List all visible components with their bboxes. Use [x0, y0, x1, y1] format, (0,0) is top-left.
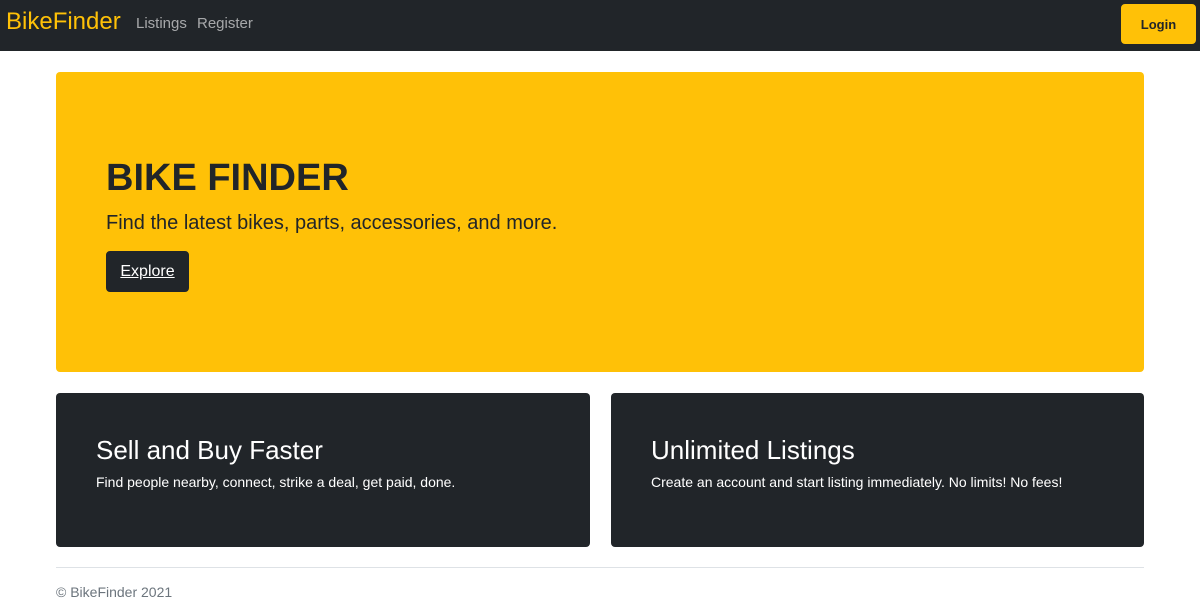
feature-card-text: Find people nearby, connect, strike a de… — [96, 474, 456, 490]
brand-logo[interactable]: BikeFinder — [6, 8, 121, 36]
feature-card-unlimited-listings: Unlimited Listings Create an account and… — [611, 393, 1144, 547]
footer-divider — [56, 567, 1144, 568]
nav-link-register[interactable]: Register — [197, 15, 253, 33]
feature-card-title: Sell and Buy Faster — [96, 435, 323, 465]
feature-card-text: Create an account and start listing imme… — [651, 474, 1063, 490]
feature-card-title: Unlimited Listings — [651, 435, 855, 465]
hero-title: BIKE FINDER — [106, 157, 349, 199]
hero-subtitle: Find the latest bikes, parts, accessorie… — [106, 212, 558, 234]
footer-copyright: © BikeFinder 2021 — [56, 584, 173, 600]
feature-card-sell-buy: Sell and Buy Faster Find people nearby, … — [56, 393, 590, 547]
navbar: BikeFinder Listings Register Login — [0, 0, 1200, 51]
nav-link-listings[interactable]: Listings — [136, 15, 187, 33]
explore-button[interactable]: Explore — [106, 251, 189, 292]
hero-banner: BIKE FINDER Find the latest bikes, parts… — [56, 72, 1144, 372]
login-button[interactable]: Login — [1121, 4, 1196, 44]
